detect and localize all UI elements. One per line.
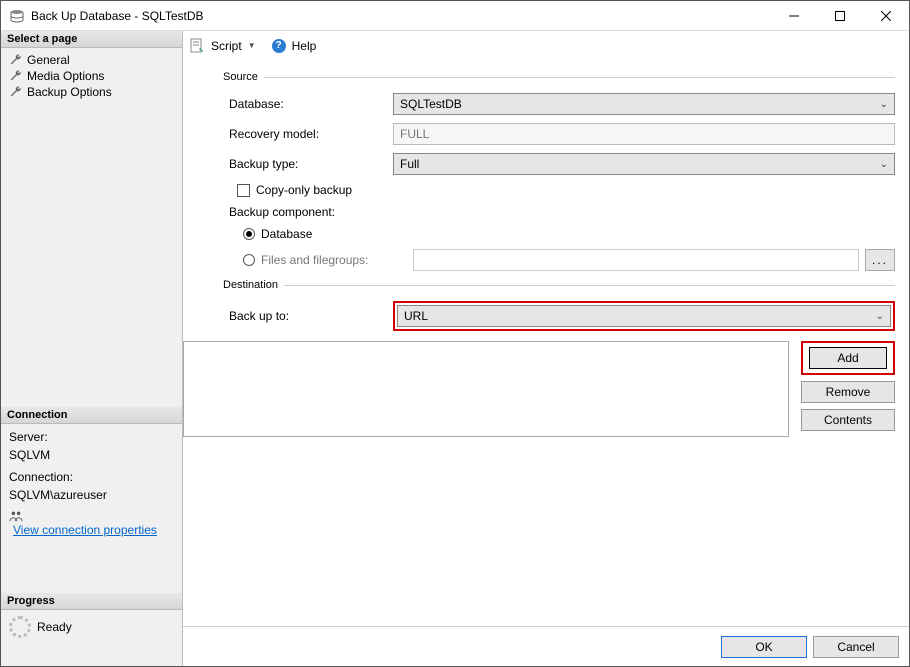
files-filegroups-input bbox=[413, 249, 859, 271]
database-select[interactable]: SQLTestDB ⌄ bbox=[393, 93, 895, 115]
chevron-down-icon: ⌄ bbox=[876, 311, 884, 322]
connection-label: Connection: bbox=[9, 470, 174, 484]
chevron-down-icon: ⌄ bbox=[880, 159, 888, 170]
wrench-icon bbox=[9, 53, 23, 67]
wrench-icon bbox=[9, 69, 23, 83]
page-label: Backup Options bbox=[27, 85, 112, 99]
radio-database[interactable]: Database bbox=[243, 227, 312, 241]
window-title: Back Up Database - SQLTestDB bbox=[31, 9, 771, 23]
destination-group-header: Destination bbox=[223, 279, 895, 291]
page-general[interactable]: General bbox=[9, 52, 178, 68]
remove-button[interactable]: Remove bbox=[801, 381, 895, 403]
page-backup-options[interactable]: Backup Options bbox=[9, 84, 178, 100]
connection-header: Connection bbox=[1, 407, 182, 424]
recovery-model-field: FULL bbox=[393, 123, 895, 145]
database-icon bbox=[9, 9, 25, 23]
backup-type-select[interactable]: Full ⌄ bbox=[393, 153, 895, 175]
radio-files-filegroups[interactable]: Files and filegroups: bbox=[243, 253, 403, 267]
people-icon bbox=[9, 509, 23, 523]
source-group-header: Source bbox=[223, 71, 895, 83]
maximize-button[interactable] bbox=[817, 1, 863, 30]
page-media-options[interactable]: Media Options bbox=[9, 68, 178, 84]
ok-button[interactable]: OK bbox=[721, 636, 807, 658]
title-bar: Back Up Database - SQLTestDB bbox=[1, 1, 909, 31]
radio-icon bbox=[243, 254, 255, 266]
server-label: Server: bbox=[9, 430, 174, 444]
progress-status: Ready bbox=[37, 620, 72, 634]
radio-icon bbox=[243, 228, 255, 240]
copy-only-checkbox[interactable] bbox=[237, 184, 250, 197]
browse-files-button[interactable]: ... bbox=[865, 249, 895, 271]
page-label: General bbox=[27, 53, 70, 67]
minimize-button[interactable] bbox=[771, 1, 817, 30]
script-icon bbox=[189, 38, 205, 54]
help-icon: ? bbox=[272, 39, 286, 53]
sidebar: Select a page General Media Options Back… bbox=[1, 31, 183, 666]
recovery-model-label: Recovery model: bbox=[223, 127, 393, 141]
copy-only-label: Copy-only backup bbox=[256, 183, 352, 197]
chevron-down-icon: ⌄ bbox=[880, 99, 888, 110]
help-button[interactable]: Help bbox=[292, 39, 317, 53]
close-button[interactable] bbox=[863, 1, 909, 30]
wrench-icon bbox=[9, 85, 23, 99]
backup-to-select[interactable]: URL ⌄ bbox=[397, 305, 891, 327]
script-dropdown-icon[interactable]: ▼ bbox=[248, 41, 256, 50]
destination-list[interactable] bbox=[183, 341, 789, 437]
footer: OK Cancel bbox=[183, 626, 909, 666]
connection-value: SQLVM\azureuser bbox=[9, 488, 174, 502]
server-value: SQLVM bbox=[9, 448, 174, 462]
view-connection-link[interactable]: View connection properties bbox=[13, 523, 157, 537]
script-button[interactable]: Script bbox=[211, 39, 242, 53]
spinner-icon bbox=[9, 616, 31, 638]
cancel-button[interactable]: Cancel bbox=[813, 636, 899, 658]
backup-to-label: Back up to: bbox=[223, 309, 393, 323]
backup-database-window: Back Up Database - SQLTestDB Select a pa… bbox=[0, 0, 910, 667]
backup-type-label: Backup type: bbox=[223, 157, 393, 171]
contents-button[interactable]: Contents bbox=[801, 409, 895, 431]
database-label: Database: bbox=[223, 97, 393, 111]
select-page-header: Select a page bbox=[1, 31, 182, 48]
add-button[interactable]: Add bbox=[809, 347, 887, 369]
toolbar: Script ▼ ? Help bbox=[183, 31, 909, 59]
progress-header: Progress bbox=[1, 593, 182, 610]
backup-component-label: Backup component: bbox=[223, 205, 393, 219]
page-label: Media Options bbox=[27, 69, 104, 83]
